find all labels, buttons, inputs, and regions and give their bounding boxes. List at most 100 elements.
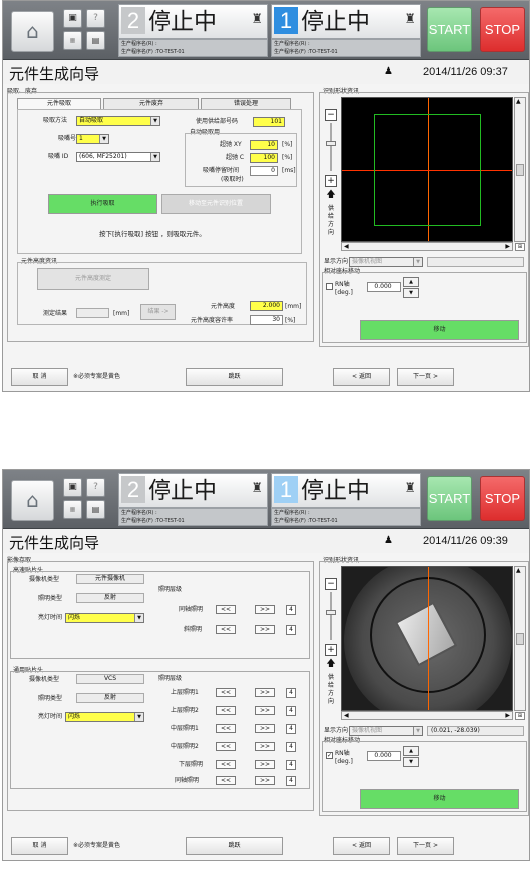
lane-1-status[interactable]: 1 停止中 ♜ 生产程序名(R) : 生产程序名(F) :TO-TEST-01 xyxy=(271,4,421,57)
stop-button[interactable]: STOP xyxy=(480,7,525,52)
nozzle-select[interactable]: 1 ▼ xyxy=(76,134,109,144)
scroll-thumb[interactable] xyxy=(516,633,524,645)
increase-button[interactable]: >> xyxy=(255,742,275,751)
vertical-scrollbar[interactable]: ▲ xyxy=(514,566,526,711)
help-icon-button[interactable]: ? xyxy=(86,9,105,28)
result-apply-button[interactable]: 结果 -> xyxy=(140,304,176,320)
document-icon-button[interactable]: ▣ xyxy=(63,478,82,497)
height-field[interactable]: 2.000 xyxy=(250,301,283,311)
skip-button[interactable]: 跳跃 xyxy=(186,368,283,386)
scroll-left-icon[interactable]: ◀ xyxy=(344,243,349,250)
increase-button[interactable]: >> xyxy=(255,688,275,697)
scroll-left-icon[interactable]: ◀ xyxy=(344,712,349,719)
scroll-up-icon[interactable]: ▲ xyxy=(516,98,521,105)
stop-button[interactable]: STOP xyxy=(480,476,525,521)
tolerance-field[interactable]: 30 xyxy=(250,315,283,325)
vertical-scrollbar[interactable]: ▲ xyxy=(514,97,526,242)
nozzle-id-select[interactable]: (606, MF25201) ▼ xyxy=(76,152,160,162)
decrease-button[interactable]: << xyxy=(216,625,236,634)
rn-axis-field[interactable]: 0.000 xyxy=(367,282,401,292)
increase-button[interactable]: >> xyxy=(255,706,275,715)
help-icon-button[interactable]: ? xyxy=(86,478,105,497)
decrement-icon[interactable]: ▼ xyxy=(403,757,419,767)
cancel-button[interactable]: 取 消 xyxy=(11,837,68,855)
display-direction-select[interactable]: 摄像机视图 ▼ xyxy=(349,726,423,736)
fit-view-icon[interactable]: ⊞ xyxy=(515,712,525,720)
start-button[interactable]: START xyxy=(427,7,472,52)
increase-button[interactable]: >> xyxy=(255,625,275,634)
scroll-right-icon[interactable]: ▶ xyxy=(505,243,510,250)
decrease-button[interactable]: << xyxy=(216,724,236,733)
scroll-right-icon[interactable]: ▶ xyxy=(505,712,510,719)
decrease-button[interactable]: << xyxy=(216,688,236,697)
decrease-button[interactable]: << xyxy=(216,742,236,751)
zoom-in-icon[interactable]: + xyxy=(325,175,337,187)
scroll-up-icon[interactable]: ▲ xyxy=(516,567,521,574)
arrow-up-icon: 🡅 xyxy=(326,659,336,669)
fit-view-icon[interactable]: ⊞ xyxy=(515,243,525,251)
zoom-out-icon[interactable]: − xyxy=(325,109,337,121)
recognition-window xyxy=(374,114,481,226)
increase-button[interactable]: >> xyxy=(255,724,275,733)
feeder-number-field[interactable]: 101 xyxy=(253,117,285,127)
decrease-button[interactable]: << xyxy=(216,605,236,614)
increase-button[interactable]: >> xyxy=(255,760,275,769)
increment-icon[interactable]: ▲ xyxy=(403,746,419,756)
rn-axis-checkbox[interactable] xyxy=(326,283,333,290)
unit: [ms] xyxy=(282,167,296,174)
pick-method-select[interactable]: 自动吸取 ▼ xyxy=(76,116,160,126)
camera-view[interactable] xyxy=(341,97,513,242)
page-title: 元件生成向导 xyxy=(9,66,100,83)
increase-button[interactable]: >> xyxy=(255,776,275,785)
decrease-button[interactable]: << xyxy=(216,776,236,785)
back-button[interactable]: < 返回 xyxy=(333,837,390,855)
scroll-thumb[interactable] xyxy=(516,164,524,176)
grid-icon-button[interactable]: ▦ xyxy=(63,31,82,50)
move-button[interactable]: 移动 xyxy=(360,789,519,809)
conveyor-icon-button[interactable]: ▤ xyxy=(86,31,105,50)
next-button[interactable]: 下一页 > xyxy=(397,368,454,386)
start-button[interactable]: START xyxy=(427,476,472,521)
move-to-recognition-button[interactable]: 移动至元件识别位置 xyxy=(161,194,271,214)
override-xy-field[interactable]: 10 xyxy=(250,140,278,150)
back-button[interactable]: < 返回 xyxy=(333,368,390,386)
grid-icon-button[interactable]: ▦ xyxy=(63,500,82,519)
horizontal-scrollbar[interactable]: ◀ ▶ xyxy=(341,711,513,720)
home-button[interactable]: ⌂ xyxy=(11,480,54,521)
home-button[interactable]: ⌂ xyxy=(11,11,54,52)
decrease-button[interactable]: << xyxy=(216,760,236,769)
decrement-icon[interactable]: ▼ xyxy=(403,288,419,298)
pick-method-label: 吸取方法 xyxy=(43,117,68,124)
conveyor-icon-button[interactable]: ▤ xyxy=(86,500,105,519)
cancel-button[interactable]: 取 消 xyxy=(11,368,68,386)
nozzle-stop-field[interactable]: 0 xyxy=(250,166,278,176)
skip-button[interactable]: 跳跃 xyxy=(186,837,283,855)
document-icon-button[interactable]: ▣ xyxy=(63,9,82,28)
rn-axis-field[interactable]: 0.000 xyxy=(367,751,401,761)
zoom-in-icon[interactable]: + xyxy=(325,644,337,656)
on-time-select[interactable]: 闪烁 ▼ xyxy=(65,712,144,722)
lane-2-status[interactable]: 2 停止中 ♜ 生产程序名(R) : 生产程序名(F) :TO-TEST-01 xyxy=(118,473,268,526)
horizontal-scrollbar[interactable]: ◀ ▶ xyxy=(341,242,513,251)
increment-icon[interactable]: ▲ xyxy=(403,277,419,287)
result-label: 测定结果 xyxy=(43,310,68,317)
zoom-slider-handle[interactable] xyxy=(326,141,336,146)
display-direction-select[interactable]: 摄像机视图 ▼ xyxy=(349,257,423,267)
chevron-down-icon: ▼ xyxy=(99,135,108,143)
lane-number: 2 xyxy=(121,7,145,34)
camera-view[interactable] xyxy=(341,566,513,711)
zoom-out-icon[interactable]: − xyxy=(325,578,337,590)
rn-axis-checkbox[interactable]: ✓ xyxy=(326,752,333,759)
next-button[interactable]: 下一页 > xyxy=(397,837,454,855)
light-type-value: 反射 xyxy=(76,693,144,703)
decrease-button[interactable]: << xyxy=(216,706,236,715)
lane-2-status[interactable]: 2 停止中 ♜ 生产程序名(R) : 生产程序名(F) :TO-TEST-01 xyxy=(118,4,268,57)
on-time-select[interactable]: 闪烁 ▼ xyxy=(65,613,144,623)
zoom-slider-handle[interactable] xyxy=(326,610,336,615)
increase-button[interactable]: >> xyxy=(255,605,275,614)
override-c-field[interactable]: 100 xyxy=(250,153,278,163)
move-button[interactable]: 移动 xyxy=(360,320,519,340)
measure-height-button[interactable]: 元件高度测定 xyxy=(37,268,149,290)
lane-1-status[interactable]: 1 停止中 ♜ 生产程序名(R) : 生产程序名(F) :TO-TEST-01 xyxy=(271,473,421,526)
execute-pickup-button[interactable]: 执行吸取 xyxy=(48,194,157,214)
